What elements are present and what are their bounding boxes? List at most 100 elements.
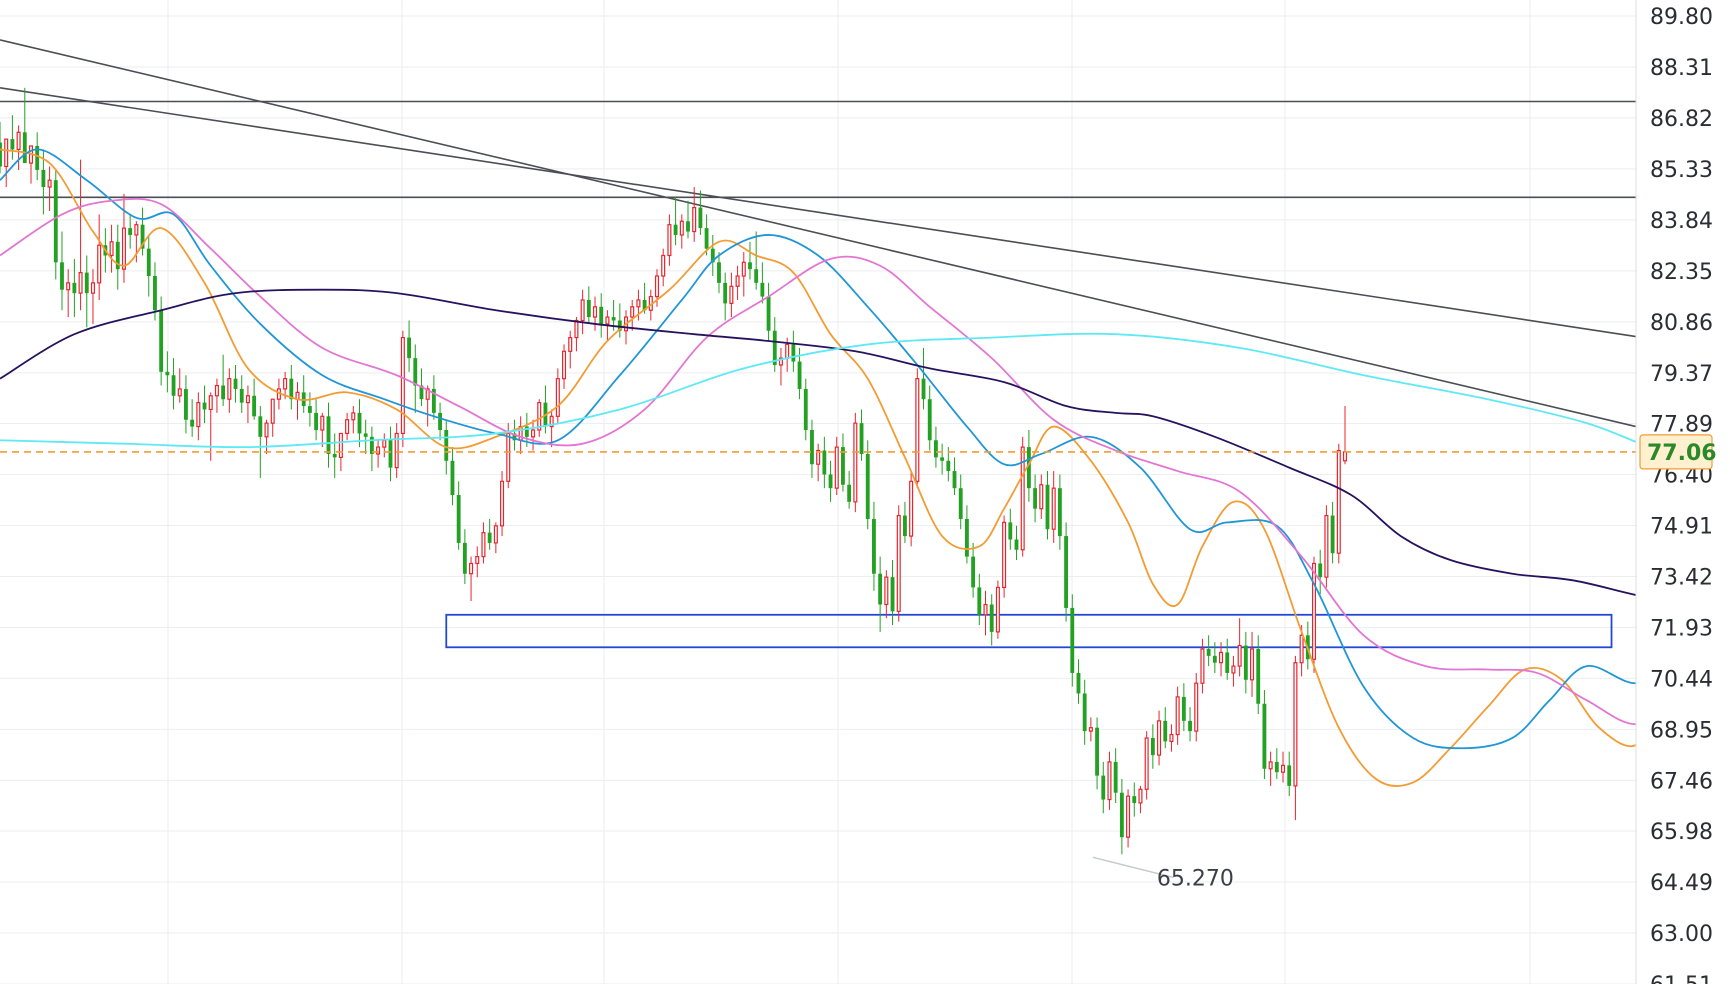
candle-body [202,402,207,410]
candle-body [673,224,678,235]
candle-down [332,433,337,478]
candle-body [270,398,275,424]
candle-body [1132,796,1137,803]
moving-averages [0,148,1724,787]
candle-down [754,231,759,290]
candle-up [245,385,250,424]
candle-body [903,515,907,537]
candle-down [1113,748,1118,803]
price-axis-tick-label: 86.82 [1650,107,1713,132]
candle-up [121,193,126,283]
candle-body [53,180,58,263]
candle-body [121,227,126,270]
candlestick-chart[interactable]: 65.270 89.80 88.31 86.82 85.33 83.84 82.35 80.… [0,0,1730,989]
candle-body [698,207,703,229]
candle-up [295,382,300,420]
candle-body [748,262,752,270]
candle-up [97,214,102,300]
candle-down [190,399,195,437]
candle-body [345,419,350,435]
candle-down [1076,659,1081,704]
candle-down [165,351,170,393]
candle-body [853,422,858,503]
candle-body [828,474,833,489]
candle-body [487,532,492,543]
candle-body [537,402,542,431]
candle-body [1070,607,1075,673]
candle-body [822,450,827,475]
candle-body [859,423,864,454]
candle-body [586,299,591,318]
candle-body [890,577,895,612]
candle-body [735,275,740,287]
candle-up [1107,751,1112,810]
candle-up [214,378,219,413]
candle-up [1280,751,1286,783]
candle-down [221,354,226,407]
candle-up [816,443,821,482]
candle-down [1008,508,1013,550]
price-axis-tick-label: 68.95 [1650,718,1713,743]
price-axis-tick-label: 64.49 [1650,871,1713,896]
candle-down [84,255,89,328]
candle-up [1088,717,1093,742]
candle-body [72,282,77,294]
candle-body [450,460,455,496]
price-axis-tick-label: 80.86 [1650,311,1713,336]
candle-body [462,542,467,574]
candle-down [146,234,151,297]
candle-down [673,197,678,246]
candle-body [1287,765,1292,786]
candle-body [766,296,771,331]
candle-down [1206,635,1211,667]
candle-down [1150,724,1155,769]
candle-body [630,306,635,318]
candle-body [791,344,796,362]
current-price-label: 77.06 [1647,441,1717,466]
chart-container: 65.270 89.80 88.31 86.82 85.33 83.84 82.35 80.… [0,0,1730,989]
candle-down [1287,751,1292,797]
candle-up [1237,618,1242,677]
grid-layer [0,0,1636,985]
candle-body [233,378,238,389]
candle-body [1138,788,1143,804]
candle-body [1119,792,1124,838]
candle-down [878,556,883,632]
candle-down [72,258,77,318]
candle-down [1163,707,1168,749]
candle-up [630,299,635,331]
candle-body [438,412,442,430]
candle-down [1188,707,1192,742]
candle-body [977,587,982,615]
candle-body [1250,648,1255,681]
candle-down [810,419,814,478]
price-overlays: 65.270 [0,451,1636,891]
price-axis-tick-label: 67.46 [1650,769,1713,794]
candle-body [971,556,976,588]
candle-body [661,254,666,277]
candle-up [1051,471,1056,543]
candle-body [1324,514,1329,578]
candle-down [140,207,145,256]
candle-body [797,361,802,389]
candle-down [0,122,2,174]
candle-up [47,166,52,211]
candle-down [760,262,765,304]
candle-body [320,415,325,431]
candle-up [78,159,83,311]
candle-body [896,514,901,612]
price-axis[interactable]: 89.80 88.31 86.82 85.33 83.84 82.35 80.86 79.37… [1635,0,1730,989]
candle-body [1150,737,1155,756]
moving-average-line-3 [0,197,1724,726]
candle-down [462,529,467,584]
candle-down [1243,631,1248,694]
candle-up [320,412,325,448]
candle-body [989,604,994,632]
candle-body [1219,651,1224,664]
candle-body [983,603,988,616]
candle-up [177,368,182,403]
candle-down [369,426,374,472]
candle-up [469,556,474,602]
candle-body [326,416,331,454]
candle-body [493,525,498,544]
